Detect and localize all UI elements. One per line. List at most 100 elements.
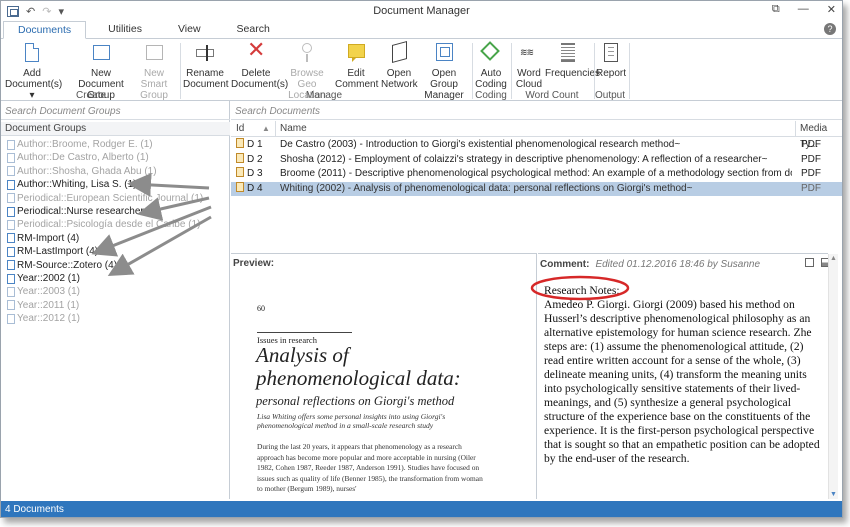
document-name: Broome (2011) - Descriptive phenomenolog… [280,168,792,179]
document-media-type: PDF [801,168,821,179]
ribbon-separator [511,43,512,99]
document-group-label: Year::2012 (1) [17,313,81,325]
group-icon [7,219,15,230]
document-group-item[interactable]: RM-LastImport (4) [7,245,98,258]
document-group-item[interactable]: Author::Shosha, Ghada Abu (1) [7,165,157,178]
comment-scrollbar[interactable]: ▲ ▼ [828,254,838,499]
add-documents-button[interactable]: Add Document(s) ▾ [5,43,63,101]
document-groups-header[interactable]: Document Groups [1,122,230,136]
document-group-label: Author::Shosha, Ghada Abu (1) [17,165,157,177]
frequencies-button[interactable]: Frequencies [545,43,600,79]
pdf-icon [236,181,244,192]
rename-document-button[interactable]: Rename Document [183,43,229,90]
scroll-up-icon[interactable]: ▲ [830,255,837,262]
preview-body: During the last 20 years, it appears tha… [257,442,483,493]
document-group-item[interactable]: Author::De Castro, Alberto (1) [7,151,149,164]
document-media-type: PDF [801,139,821,150]
column-header-id[interactable]: Id [236,121,244,137]
report-icon [604,43,618,62]
document-group-item[interactable]: Periodical::European Scientific Journal … [7,192,203,205]
help-icon[interactable]: ? [824,23,836,35]
geo-pin-icon [302,43,312,62]
group-icon [7,286,15,297]
document-name: Shosha (2012) - Employment of colaizzi's… [280,153,768,165]
open-group-manager-label: Open Group Manager [424,68,464,101]
word-cloud-label: Word Cloud [515,68,543,90]
document-id-cell: D 2 [236,152,274,167]
delete-documents-button[interactable]: ✕ Delete Document(s) [231,39,288,91]
document-media-type: PDF [801,182,821,194]
document-name: Whiting (2002) - Analysis of phenomenolo… [280,182,693,194]
table-row[interactable]: D 2 Shosha (2012) - Employment of colaizz… [231,152,842,167]
document-group-item[interactable]: RM-Import (4) [7,232,79,245]
group-label-output: Output [594,90,626,101]
open-group-manager-button[interactable]: Open Group Manager [419,43,469,101]
column-header-name[interactable]: Name [275,121,307,137]
group-icon [7,152,15,163]
tab-documents[interactable]: Documents [3,21,87,39]
add-documents-label: Add Document(s) ▾ [5,68,63,101]
undo-icon[interactable]: ↶ [26,5,35,18]
pdf-icon [236,167,244,177]
preview-lede: Lisa Whiting offers some personal insigh… [257,412,446,430]
restore-icon[interactable]: ⧉ [772,3,780,16]
window-title: Document Manager [373,5,470,17]
table-row[interactable]: D 4 Whiting (2002) - Analysis of phenomen… [231,181,842,196]
edit-comment-label: Edit Comment [335,68,379,90]
document-group-item[interactable]: Year::2003 (1) [7,285,80,298]
title-bar: ↶ ↷ ▾ Document Manager ⧉ — ✕ [1,1,842,21]
tab-utilities[interactable]: Utilities [94,21,156,38]
document-id: D 4 [247,182,263,194]
preview-page-number: 60 [257,304,265,313]
table-row[interactable]: D 1 De Castro (2003) - Introduction to Gi… [231,138,842,152]
open-network-button[interactable]: Open Network [381,40,418,90]
comment-pane: Comment: Edited 01.12.2016 18:46 by Susan… [538,253,830,499]
search-documents-input[interactable]: Search Documents [231,104,842,120]
scroll-down-icon[interactable]: ▼ [830,491,837,498]
document-group-label: RM-LastImport (4) [17,246,99,258]
customize-dropdown-icon[interactable]: ▾ [58,5,64,18]
auto-coding-button[interactable]: Auto Coding [475,41,507,90]
edit-comment-button[interactable]: Edit Comment [335,43,379,90]
document-group-item[interactable]: RM-Source::Zotero (4) [7,259,117,272]
ribbon-tabs: Documents Utilities View Search [1,21,842,39]
report-button[interactable]: Report [596,43,626,79]
group-icon [7,166,15,177]
document-id-cell: D 3 [236,167,274,181]
redo-icon[interactable]: ↷ [42,5,51,18]
table-row[interactable]: D 3 Broome (2011) - Descriptive phenomeno… [231,167,842,181]
document-group-item[interactable]: Author::Whiting, Lisa S. (1) [7,178,137,191]
quick-access-toolbar: ↶ ↷ ▾ [1,5,64,18]
column-header-media-type[interactable]: Media Ty... [795,121,842,150]
group-icon [7,206,15,217]
document-id: D 1 [247,139,263,150]
ribbon-separator [180,43,181,99]
minimize-icon[interactable]: — [798,3,809,16]
comment-text[interactable]: Research Notes: Amedeo P. Giorgi. Giorgi… [544,284,821,466]
comment-body: Amedeo P. Giorgi. Giorgi (2009) based hi… [544,298,820,465]
group-icon [7,313,15,324]
new-smart-group-button[interactable]: New Smart Group [131,43,177,101]
tab-search[interactable]: Search [223,21,284,38]
tab-view[interactable]: View [164,21,215,38]
document-group-item[interactable]: Periodical::Nurse researcher (1) [7,205,159,218]
delete-x-icon: ✕ [247,37,266,62]
document-group-icon [93,45,110,60]
preview-label: Preview: [233,258,275,269]
document-group-item[interactable]: Year::2011 (1) [7,299,79,312]
sort-ascending-icon[interactable]: ▲ [262,121,270,137]
preview-page[interactable]: 60 Issues in research Analysis of phenom… [253,294,513,500]
document-group-item[interactable]: Author::Broome, Rodger E. (1) [7,138,153,151]
document-group-item[interactable]: Year::2012 (1) [7,312,80,325]
document-media-type: PDF [801,153,821,165]
search-document-groups-input[interactable]: Search Document Groups [1,104,230,120]
document-group-item[interactable]: Periodical::Psicología desde el Caribe (… [7,218,200,231]
delete-documents-label: Delete Document(s) [231,68,289,90]
document-group-label: Author::Broome, Rodger E. (1) [17,139,153,150]
document-group-item[interactable]: Year::2002 (1) [7,272,80,285]
close-icon[interactable]: ✕ [827,3,836,16]
open-network-label: Open Network [381,68,418,90]
documents-table-header: Id ▲ Name Media Ty... [231,121,842,150]
word-cloud-button[interactable]: ≋≋ Word Cloud [513,43,545,90]
open-external-icon[interactable] [805,258,814,267]
